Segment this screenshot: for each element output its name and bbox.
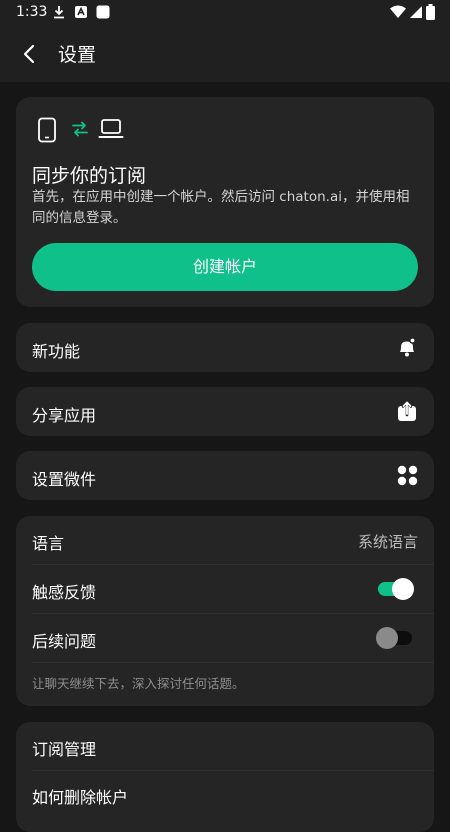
laptop-icon	[98, 119, 124, 138]
sync-arrows-icon	[72, 121, 88, 137]
sync-card: 同步你的订阅 首先，在应用中创建一个帐户。然后访问 chaton.ai，并使用相…	[16, 97, 434, 307]
widgets-item[interactable]: 设置微件	[16, 451, 434, 500]
battery-icon	[426, 4, 435, 20]
create-account-button[interactable]: 创建帐户	[32, 243, 418, 291]
widgets-label: 设置微件	[32, 470, 97, 489]
toggle-knob	[392, 578, 414, 600]
subscription-row[interactable]: 订阅管理	[16, 722, 434, 770]
delete-account-label: 如何删除帐户	[32, 788, 129, 807]
followups-toggle[interactable]	[376, 627, 412, 649]
haptics-toggle[interactable]	[378, 578, 414, 600]
wifi-icon	[390, 5, 406, 18]
share-icon	[398, 401, 416, 421]
share-app-label: 分享应用	[32, 406, 97, 425]
toggle-knob	[376, 627, 398, 649]
sync-description: 首先，在应用中创建一个帐户。然后访问 chaton.ai，并使用相同的信息登录。	[32, 189, 410, 226]
status-time: 1:33	[16, 4, 48, 20]
status-bar: 1:33	[0, 0, 450, 26]
page-title: 设置	[58, 44, 97, 66]
account-card: 订阅管理 如何删除帐户	[16, 722, 434, 832]
divider	[32, 662, 434, 663]
subscription-label: 订阅管理	[32, 740, 97, 759]
download-icon	[54, 6, 64, 19]
followups-hint: 让聊天继续下去，深入探讨任何话题。	[32, 676, 245, 691]
square-notification-icon	[96, 5, 110, 19]
bell-icon	[400, 337, 416, 357]
app-bar: 设置	[0, 26, 450, 82]
haptics-label: 触感反馈	[32, 583, 97, 602]
language-value: 系统语言	[357, 533, 418, 551]
followups-row: 后续问题	[16, 614, 434, 662]
preferences-card: 语言 系统语言 触感反馈 后续问题 让聊天继续下去，深入探讨任何话题。	[16, 516, 434, 706]
language-label: 语言	[32, 534, 65, 553]
language-row[interactable]: 语言 系统语言	[16, 516, 434, 564]
haptics-row: 触感反馈	[16, 565, 434, 613]
delete-account-row[interactable]: 如何删除帐户	[16, 771, 434, 819]
back-arrow-icon[interactable]	[14, 38, 46, 70]
sync-title: 同步你的订阅	[32, 165, 147, 187]
app-notification-icon	[75, 6, 87, 18]
share-app-item[interactable]: 分享应用	[16, 387, 434, 436]
signal-icon	[410, 6, 422, 18]
widgets-grid-icon	[397, 465, 418, 486]
phone-icon	[38, 117, 56, 143]
whats-new-item[interactable]: 新功能	[16, 323, 434, 372]
whats-new-label: 新功能	[32, 342, 81, 361]
followups-label: 后续问题	[32, 632, 97, 651]
